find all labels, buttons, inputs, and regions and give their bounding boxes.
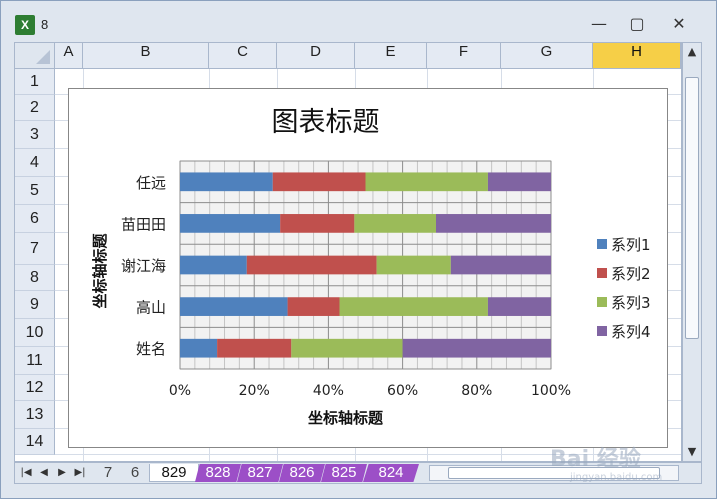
bar-系列3-高山 [339,297,488,316]
last-sheet-icon[interactable]: ▶| [73,465,87,481]
sheet-tab-7[interactable]: 7 [95,464,121,482]
row-header-6[interactable]: 6 [15,205,55,233]
bar-系列4-苗田田 [435,214,551,233]
legend-label-3: 系列3 [611,294,651,312]
bar-系列2-谢江海 [246,255,377,275]
legend-swatch-1 [597,239,607,249]
bar-系列4-谢江海 [450,255,551,275]
minimize-icon[interactable]: — [585,13,613,35]
category-label: 苗田田 [121,215,166,233]
row-header-13[interactable]: 13 [15,401,55,429]
bar-系列4-任远 [487,172,551,192]
sheet-tab-6[interactable]: 6 [123,464,147,482]
scroll-up-icon[interactable]: ▲ [683,43,701,61]
sheet-tab-826[interactable]: 826 [279,464,325,482]
column-header-a[interactable]: A [55,43,83,69]
column-header-d[interactable]: D [277,43,355,69]
row-header-10[interactable]: 10 [15,319,55,347]
maximize-icon[interactable]: ▢ [623,13,651,35]
legend-label-4: 系列4 [611,323,651,341]
bar-系列3-苗田田 [354,214,436,233]
legend-swatch-4 [597,326,607,336]
row-header-11[interactable]: 11 [15,347,55,375]
column-header-e[interactable]: E [355,43,427,69]
row-header-8[interactable]: 8 [15,265,55,291]
excel-icon[interactable]: X [15,15,35,35]
sheet-tab-829[interactable]: 829 [149,464,199,482]
row-header-1[interactable]: 1 [15,69,55,95]
vertical-scrollbar[interactable]: ▲ ▼ [682,42,702,462]
legend-label-2: 系列2 [611,265,651,283]
legend-swatch-2 [597,268,607,278]
category-label: 任远 [136,174,166,192]
x-tick-label: 100% [531,383,571,399]
bar-系列3-谢江海 [376,255,451,275]
row-header-2[interactable]: 2 [15,95,55,121]
title-bar: X 8 — ▢ ✕ [1,1,716,41]
x-tick-label: 80% [461,383,492,399]
sheet-tab-824[interactable]: 824 [363,464,419,482]
bar-系列1-谢江海 [180,255,247,275]
watermark-text: Bai 经验 [550,446,641,472]
legend-swatch-3 [597,297,607,307]
window-title: 8 [41,17,49,32]
y-axis-title: 坐标轴标题 [91,233,109,309]
bar-系列1-姓名 [180,338,218,358]
select-all-corner[interactable] [15,43,55,69]
bar-系列4-高山 [487,297,551,316]
baidu-watermark: Bai 经验 jingyan.baidu.com [550,446,662,483]
stacked-bar-chart[interactable]: 任远 苗田田 谢江海 高山 姓名 0% 20% 40% 60% 80% 100% 图表标题 坐标轴标题坐… [68,88,668,448]
sheet-tab-825[interactable]: 825 [321,464,367,482]
vertical-scroll-thumb[interactable] [685,77,699,339]
bar-系列1-苗田田 [180,214,281,233]
x-axis-title: 坐标轴标题 [308,409,384,427]
x-tick-label: 60% [387,383,418,399]
bar-系列2-姓名 [217,338,292,358]
bar-系列4-姓名 [402,338,551,358]
category-label: 姓名 [136,340,166,358]
column-header-b[interactable]: B [83,43,209,69]
x-tick-label: 0% [169,383,191,399]
column-header-h[interactable]: H [593,43,681,69]
x-tick-label: 40% [313,383,344,399]
column-header-g[interactable]: G [501,43,593,69]
bar-系列3-姓名 [291,338,403,358]
column-header-f[interactable]: F [427,43,501,69]
watermark-sub: jingyan.baidu.com [569,472,662,483]
sheet-tab-827[interactable]: 827 [237,464,283,482]
sheet-tab-828[interactable]: 828 [195,464,241,482]
prev-sheet-icon[interactable]: ◀ [37,465,51,481]
first-sheet-icon[interactable]: |◀ [19,465,33,481]
x-tick-label: 20% [239,383,270,399]
bar-系列1-高山 [180,297,288,316]
bar-系列1-任远 [180,172,273,192]
column-header-c[interactable]: C [209,43,277,69]
chart-svg: 任远苗田田谢江海高山姓名0% 20% 40% 60% 80% 100%图表标题坐标轴标题坐… [91,107,651,427]
bar-系列3-任远 [365,172,488,192]
bar-系列2-任远 [272,172,366,192]
row-header-12[interactable]: 12 [15,375,55,401]
category-label: 高山 [136,299,166,317]
close-icon[interactable]: ✕ [665,13,693,35]
legend-label-1: 系列1 [611,236,651,254]
row-header-14[interactable]: 14 [15,429,55,455]
chart-title: 图表标题 [272,107,380,138]
row-header-3[interactable]: 3 [15,121,55,149]
row-header-9[interactable]: 9 [15,291,55,319]
row-header-4[interactable]: 4 [15,149,55,177]
next-sheet-icon[interactable]: ▶ [55,465,69,481]
bar-系列2-苗田田 [280,214,355,233]
row-header-7[interactable]: 7 [15,233,55,265]
category-label: 谢江海 [121,257,166,275]
bar-系列2-高山 [287,297,340,316]
row-header-5[interactable]: 5 [15,177,55,205]
